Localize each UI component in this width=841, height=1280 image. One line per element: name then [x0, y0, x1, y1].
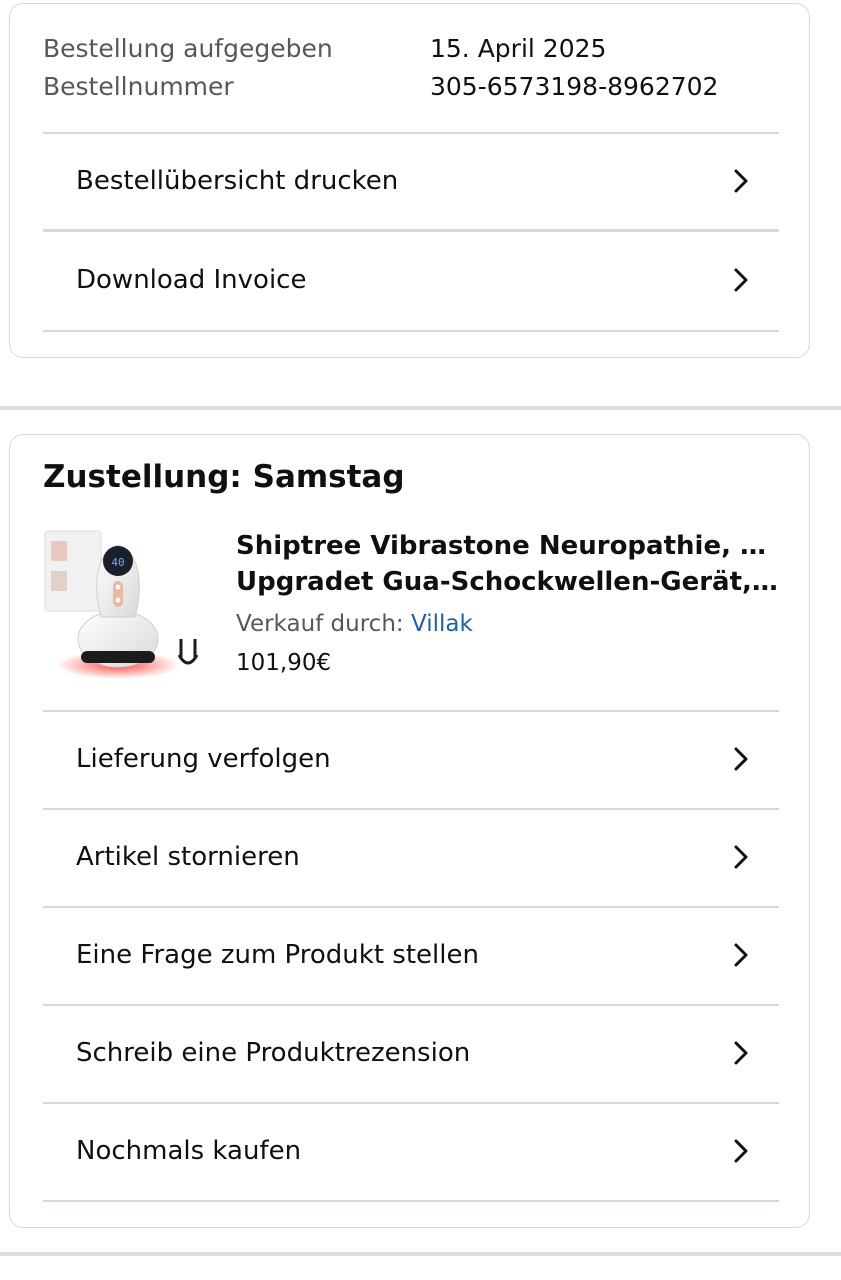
- product-title-line: Shiptree Vibrastone Neuropathie, 5.0: [236, 531, 784, 561]
- cancel-item-button[interactable]: Artikel stornieren: [43, 809, 779, 905]
- product-image[interactable]: 40: [43, 527, 203, 687]
- buy-again-button[interactable]: Nochmals kaufen: [43, 1103, 779, 1199]
- chevron-right-icon: [734, 845, 748, 869]
- order-number-row: Bestellnummer 305-6573198-8962702: [43, 68, 718, 106]
- action-label: Lieferung verfolgen: [76, 744, 331, 774]
- product-price: 101,90€: [236, 650, 332, 676]
- chevron-right-icon: [734, 1139, 748, 1163]
- chevron-right-icon: [734, 1041, 748, 1065]
- order-date-label: Bestellung aufgegeben: [43, 34, 333, 63]
- write-review-button[interactable]: Schreib eine Produktrezension: [43, 1005, 779, 1101]
- action-label: Bestellübersicht drucken: [76, 166, 399, 196]
- chevron-right-icon: [734, 943, 748, 967]
- svg-text:40: 40: [111, 556, 124, 569]
- seller-label: Verkauf durch:: [236, 611, 404, 637]
- action-label: Artikel stornieren: [76, 842, 300, 872]
- ask-product-question-button[interactable]: Eine Frage zum Produkt stellen: [43, 907, 779, 1003]
- section-separator: [0, 1252, 841, 1256]
- seller-link[interactable]: Villak: [411, 611, 473, 637]
- order-date-row: Bestellung aufgegeben 15. April 2025: [43, 30, 606, 68]
- seller-info: Verkauf durch: Villak: [236, 607, 473, 641]
- track-package-button[interactable]: Lieferung verfolgen: [43, 711, 779, 807]
- product-title-line: Upgradet Gua-Schockwellen-Gerät, M...: [236, 567, 784, 597]
- product-title[interactable]: Shiptree Vibrastone Neuropathie, 5.0 Upg…: [236, 528, 784, 600]
- chevron-right-icon: [734, 169, 748, 193]
- section-separator: [0, 406, 841, 410]
- divider: [43, 1200, 779, 1202]
- order-number-label: Bestellnummer: [43, 72, 234, 101]
- order-number-value: 305-6573198-8962702: [430, 72, 719, 101]
- download-invoice-button[interactable]: Download Invoice: [43, 232, 779, 328]
- divider: [43, 330, 779, 332]
- delivery-title: Zustellung: Samstag: [43, 459, 405, 495]
- action-label: Eine Frage zum Produkt stellen: [76, 940, 479, 970]
- action-label: Nochmals kaufen: [76, 1136, 302, 1166]
- chevron-right-icon: [734, 268, 748, 292]
- chevron-right-icon: [734, 747, 748, 771]
- action-label: Download Invoice: [76, 265, 307, 295]
- delivery-card: Zustellung: Samstag 40 Shiptree Vibrasto…: [9, 434, 810, 1228]
- print-order-summary-button[interactable]: Bestellübersicht drucken: [43, 133, 779, 229]
- action-label: Schreib eine Produktrezension: [76, 1038, 471, 1068]
- order-date-value: 15. April 2025: [430, 34, 607, 63]
- order-info-card: Bestellung aufgegeben 15. April 2025 Bes…: [9, 3, 810, 358]
